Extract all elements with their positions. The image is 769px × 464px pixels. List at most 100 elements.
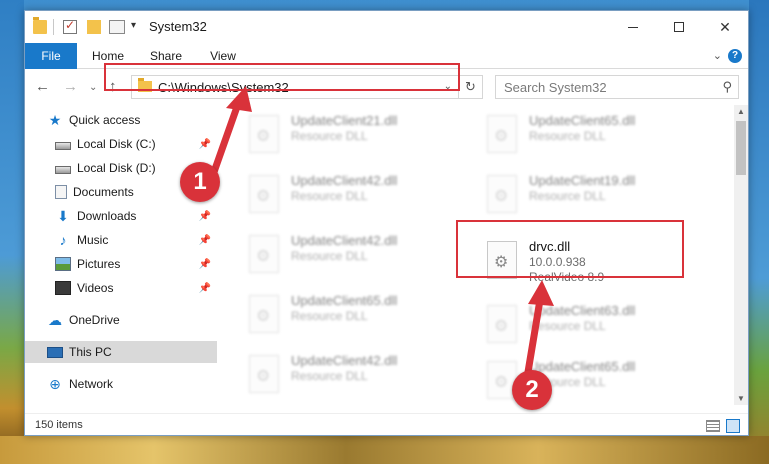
file-description: Resource DLL: [529, 129, 606, 143]
desktop-wallpaper-bottom: [0, 436, 769, 464]
folder-icon: [33, 17, 47, 34]
minimize-button[interactable]: [610, 11, 656, 43]
scroll-up-icon[interactable]: ▲: [737, 107, 745, 116]
dll-file-icon: [249, 115, 279, 153]
toolbar-separator: [53, 19, 54, 35]
address-bar-highlight: [104, 63, 460, 91]
file-name: UpdateClient63.dll: [529, 303, 636, 318]
file-name: UpdateClient42.dll: [291, 353, 398, 368]
file-name: UpdateClient65.dll: [291, 293, 398, 308]
search-icon[interactable]: ⚲: [722, 79, 732, 95]
sidebar-item-label: Documents: [73, 185, 134, 199]
dll-file-icon: [249, 295, 279, 333]
videos-icon: [55, 281, 71, 295]
dll-file-icon: [487, 305, 517, 343]
scrollbar-thumb[interactable]: [736, 121, 746, 175]
sidebar-item-label: OneDrive: [69, 313, 120, 327]
chevron-down-icon[interactable]: ▾: [131, 20, 136, 31]
sidebar-item-label: Music: [77, 233, 109, 247]
window-title: System32: [149, 19, 207, 34]
file-name: UpdateClient65.dll: [529, 359, 636, 374]
quick-access-customize-icon[interactable]: [109, 20, 125, 34]
properties-check-icon[interactable]: [63, 18, 77, 34]
status-bar: 150 items: [25, 413, 748, 435]
scroll-down-icon[interactable]: ▼: [737, 394, 745, 403]
search-box[interactable]: Search System32 ⚲: [495, 75, 739, 99]
file-name: UpdateClient65.dll: [529, 113, 636, 128]
file-description: Resource DLL: [529, 189, 606, 203]
sidebar-item-pictures[interactable]: Pictures 📌: [25, 253, 217, 275]
sidebar-item-label: Local Disk (D:): [77, 161, 156, 175]
sidebar-item-label: Network: [69, 377, 114, 391]
network-icon: ⊕: [49, 376, 61, 392]
pin-icon: 📌: [198, 282, 211, 294]
sidebar-item-music[interactable]: ♪ Music 📌: [25, 229, 217, 251]
pin-icon: 📌: [198, 138, 211, 150]
list-item[interactable]: UpdateClient42.dll Resource DLL: [245, 231, 475, 281]
file-description: Resource DLL: [291, 249, 368, 263]
list-item[interactable]: UpdateClient65.dll Resource DLL: [245, 291, 475, 341]
minimize-icon: [628, 26, 638, 28]
navigation-pane: ★ Quick access Local Disk (C:) 📌 Local D…: [25, 105, 217, 405]
sidebar-item-network[interactable]: ⊕ Network: [25, 373, 217, 395]
file-description: Resource DLL: [291, 309, 368, 323]
dll-file-icon: [249, 355, 279, 393]
step-1-badge: 1: [180, 162, 220, 202]
help-icon[interactable]: ?: [728, 49, 742, 63]
vertical-scrollbar[interactable]: ▲ ▼: [734, 105, 748, 405]
documents-icon: [55, 185, 67, 199]
back-arrow-icon[interactable]: ←: [35, 78, 50, 95]
ribbon-expand-icon[interactable]: ⌄: [713, 49, 722, 62]
pin-icon: 📌: [198, 210, 211, 222]
file-name: UpdateClient21.dll: [291, 113, 398, 128]
file-description: Resource DLL: [291, 369, 368, 383]
dll-file-icon: [249, 175, 279, 213]
forward-arrow-icon[interactable]: →: [63, 78, 78, 95]
list-item[interactable]: UpdateClient42.dll Resource DLL: [245, 171, 475, 221]
dll-file-icon: [249, 235, 279, 273]
sidebar-item-label: Downloads: [77, 209, 137, 223]
desktop-wallpaper-right: [749, 0, 769, 464]
recent-locations-icon[interactable]: ⌄: [89, 82, 97, 93]
list-item[interactable]: UpdateClient63.dll Resource DLL: [483, 301, 713, 351]
dll-file-icon: [487, 115, 517, 153]
list-item[interactable]: UpdateClient42.dll Resource DLL: [245, 351, 475, 401]
item-count: 150 items: [35, 419, 83, 431]
title-bar: ▾ System32 ✕: [25, 11, 748, 43]
sidebar-item-onedrive[interactable]: ☁ OneDrive: [25, 309, 217, 331]
sidebar-item-label: This PC: [69, 345, 112, 359]
file-highlight: [456, 220, 684, 278]
sidebar-item-label: Quick access: [69, 113, 141, 127]
maximize-icon: [674, 22, 684, 32]
step-2-badge: 2: [512, 370, 552, 410]
sidebar-item-label: Videos: [77, 281, 114, 295]
sidebar-item-videos[interactable]: Videos 📌: [25, 277, 217, 299]
cloud-icon: ☁: [48, 312, 62, 328]
close-button[interactable]: ✕: [702, 11, 748, 43]
sidebar-item-downloads[interactable]: ⬇ Downloads 📌: [25, 205, 217, 227]
file-description: Resource DLL: [291, 129, 368, 143]
search-input[interactable]: Search System32: [504, 80, 607, 95]
tab-file[interactable]: File: [25, 43, 77, 69]
details-view-icon[interactable]: [706, 420, 720, 432]
refresh-icon[interactable]: ↻: [458, 76, 482, 98]
list-item[interactable]: UpdateClient65.dll Resource DLL: [483, 111, 713, 161]
computer-icon: [47, 347, 63, 358]
tiles-view-icon[interactable]: [726, 419, 740, 433]
list-item[interactable]: UpdateClient19.dll Resource DLL: [483, 171, 713, 221]
sidebar-item-this-pc[interactable]: This PC: [25, 341, 217, 363]
sidebar-item-local-disk-c[interactable]: Local Disk (C:) 📌: [25, 133, 217, 155]
new-folder-icon[interactable]: [87, 20, 101, 34]
maximize-button[interactable]: [656, 11, 702, 43]
music-icon: ♪: [59, 232, 67, 248]
sidebar-item-quick-access[interactable]: ★ Quick access: [25, 109, 217, 131]
file-name: UpdateClient19.dll: [529, 173, 636, 188]
pin-icon: 📌: [198, 258, 211, 270]
dll-file-icon: [487, 175, 517, 213]
list-item[interactable]: UpdateClient21.dll Resource DLL: [245, 111, 475, 161]
desktop-wallpaper-left: [0, 0, 24, 464]
file-name: UpdateClient42.dll: [291, 233, 398, 248]
drive-icon: [55, 141, 71, 150]
sidebar-item-label: Local Disk (C:): [77, 137, 156, 151]
file-description: Resource DLL: [529, 319, 606, 333]
